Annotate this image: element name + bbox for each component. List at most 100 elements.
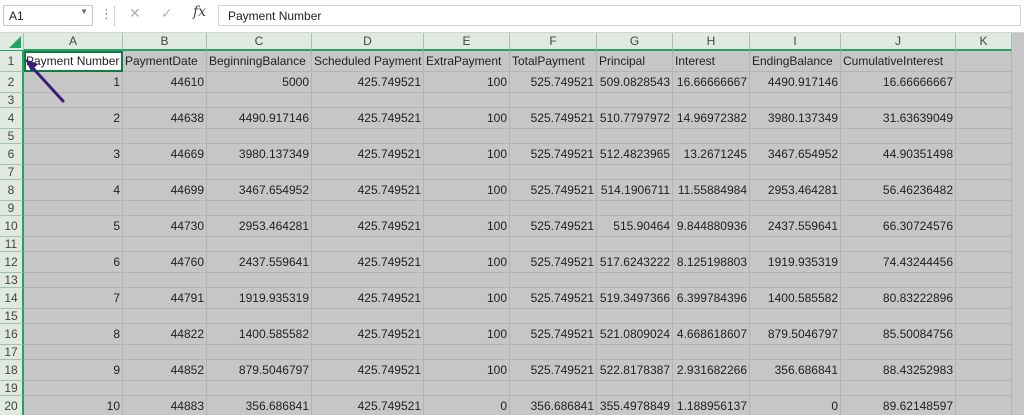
cell-e19[interactable] bbox=[424, 381, 510, 396]
cell-c14[interactable]: 1919.935319 bbox=[207, 288, 312, 309]
cell-c4[interactable]: 4490.917146 bbox=[207, 108, 312, 129]
cell-c13[interactable] bbox=[207, 273, 312, 288]
cell-f2[interactable]: 525.749521 bbox=[510, 72, 597, 93]
cell-a18[interactable]: 9 bbox=[24, 360, 123, 381]
cell-e3[interactable] bbox=[424, 93, 510, 108]
cell-c17[interactable] bbox=[207, 345, 312, 360]
cell-d5[interactable] bbox=[312, 129, 424, 144]
cell-e7[interactable] bbox=[424, 165, 510, 180]
row-header-2[interactable]: 2 bbox=[0, 72, 24, 93]
row-header-15[interactable]: 15 bbox=[0, 309, 24, 324]
cell-j15[interactable] bbox=[841, 309, 956, 324]
cell-a15[interactable] bbox=[24, 309, 123, 324]
row-header-18[interactable]: 18 bbox=[0, 360, 24, 381]
cell-e20[interactable]: 0 bbox=[424, 396, 510, 415]
column-header-i[interactable]: I bbox=[750, 33, 841, 51]
cell-a9[interactable] bbox=[24, 201, 123, 216]
cell-h19[interactable] bbox=[673, 381, 750, 396]
cell-d13[interactable] bbox=[312, 273, 424, 288]
cell-k1[interactable] bbox=[956, 51, 1012, 72]
cell-k17[interactable] bbox=[956, 345, 1012, 360]
cell-a17[interactable] bbox=[24, 345, 123, 360]
cell-g9[interactable] bbox=[597, 201, 673, 216]
cell-c3[interactable] bbox=[207, 93, 312, 108]
cell-k2[interactable] bbox=[956, 72, 1012, 93]
chevron-down-icon[interactable]: ▼ bbox=[80, 7, 88, 16]
cell-g15[interactable] bbox=[597, 309, 673, 324]
cell-a16[interactable]: 8 bbox=[24, 324, 123, 345]
cell-g8[interactable]: 514.1906711 bbox=[597, 180, 673, 201]
cell-i1[interactable]: EndingBalance bbox=[750, 51, 841, 72]
row-header-11[interactable]: 11 bbox=[0, 237, 24, 252]
cell-d20[interactable]: 425.749521 bbox=[312, 396, 424, 415]
cell-c9[interactable] bbox=[207, 201, 312, 216]
cell-e13[interactable] bbox=[424, 273, 510, 288]
column-header-c[interactable]: C bbox=[207, 33, 312, 51]
cell-g10[interactable]: 515.90464 bbox=[597, 216, 673, 237]
cell-g4[interactable]: 510.7797972 bbox=[597, 108, 673, 129]
cell-b11[interactable] bbox=[123, 237, 207, 252]
row-header-8[interactable]: 8 bbox=[0, 180, 24, 201]
cell-h9[interactable] bbox=[673, 201, 750, 216]
row-header-16[interactable]: 16 bbox=[0, 324, 24, 345]
cell-a10[interactable]: 5 bbox=[24, 216, 123, 237]
cell-b9[interactable] bbox=[123, 201, 207, 216]
cell-d2[interactable]: 425.749521 bbox=[312, 72, 424, 93]
cell-k12[interactable] bbox=[956, 252, 1012, 273]
cell-f12[interactable]: 525.749521 bbox=[510, 252, 597, 273]
cell-i5[interactable] bbox=[750, 129, 841, 144]
cell-f20[interactable]: 356.686841 bbox=[510, 396, 597, 415]
cell-f14[interactable]: 525.749521 bbox=[510, 288, 597, 309]
cell-i16[interactable]: 879.5046797 bbox=[750, 324, 841, 345]
cell-d15[interactable] bbox=[312, 309, 424, 324]
cell-i9[interactable] bbox=[750, 201, 841, 216]
cell-c6[interactable]: 3980.137349 bbox=[207, 144, 312, 165]
cell-i3[interactable] bbox=[750, 93, 841, 108]
cell-d12[interactable]: 425.749521 bbox=[312, 252, 424, 273]
cell-i14[interactable]: 1400.585582 bbox=[750, 288, 841, 309]
cell-d8[interactable]: 425.749521 bbox=[312, 180, 424, 201]
cell-c20[interactable]: 356.686841 bbox=[207, 396, 312, 415]
cell-i13[interactable] bbox=[750, 273, 841, 288]
cell-k14[interactable] bbox=[956, 288, 1012, 309]
cell-j4[interactable]: 31.63639049 bbox=[841, 108, 956, 129]
cell-h7[interactable] bbox=[673, 165, 750, 180]
cell-h6[interactable]: 13.2671245 bbox=[673, 144, 750, 165]
cell-f19[interactable] bbox=[510, 381, 597, 396]
cell-a4[interactable]: 2 bbox=[24, 108, 123, 129]
cell-k19[interactable] bbox=[956, 381, 1012, 396]
cell-i10[interactable]: 2437.559641 bbox=[750, 216, 841, 237]
row-header-20[interactable]: 20 bbox=[0, 396, 24, 415]
row-header-7[interactable]: 7 bbox=[0, 165, 24, 180]
cell-h16[interactable]: 4.668618607 bbox=[673, 324, 750, 345]
cell-j3[interactable] bbox=[841, 93, 956, 108]
formula-input[interactable]: Payment Number bbox=[218, 5, 1021, 26]
cell-d14[interactable]: 425.749521 bbox=[312, 288, 424, 309]
cell-j9[interactable] bbox=[841, 201, 956, 216]
cell-k5[interactable] bbox=[956, 129, 1012, 144]
cell-b7[interactable] bbox=[123, 165, 207, 180]
cell-j19[interactable] bbox=[841, 381, 956, 396]
cell-a13[interactable] bbox=[24, 273, 123, 288]
row-header-14[interactable]: 14 bbox=[0, 288, 24, 309]
cell-f4[interactable]: 525.749521 bbox=[510, 108, 597, 129]
cell-i19[interactable] bbox=[750, 381, 841, 396]
cell-d10[interactable]: 425.749521 bbox=[312, 216, 424, 237]
row-header-6[interactable]: 6 bbox=[0, 144, 24, 165]
cell-i6[interactable]: 3467.654952 bbox=[750, 144, 841, 165]
cell-b3[interactable] bbox=[123, 93, 207, 108]
cell-b10[interactable]: 44730 bbox=[123, 216, 207, 237]
cell-g14[interactable]: 519.3497366 bbox=[597, 288, 673, 309]
cell-j10[interactable]: 66.30724576 bbox=[841, 216, 956, 237]
cell-b19[interactable] bbox=[123, 381, 207, 396]
cell-f5[interactable] bbox=[510, 129, 597, 144]
cell-a8[interactable]: 4 bbox=[24, 180, 123, 201]
row-header-19[interactable]: 19 bbox=[0, 381, 24, 396]
more-options-icon[interactable]: ⋮ bbox=[100, 6, 113, 22]
cell-h11[interactable] bbox=[673, 237, 750, 252]
cell-f3[interactable] bbox=[510, 93, 597, 108]
column-header-b[interactable]: B bbox=[123, 33, 207, 51]
row-header-4[interactable]: 4 bbox=[0, 108, 24, 129]
cell-b13[interactable] bbox=[123, 273, 207, 288]
cell-d17[interactable] bbox=[312, 345, 424, 360]
